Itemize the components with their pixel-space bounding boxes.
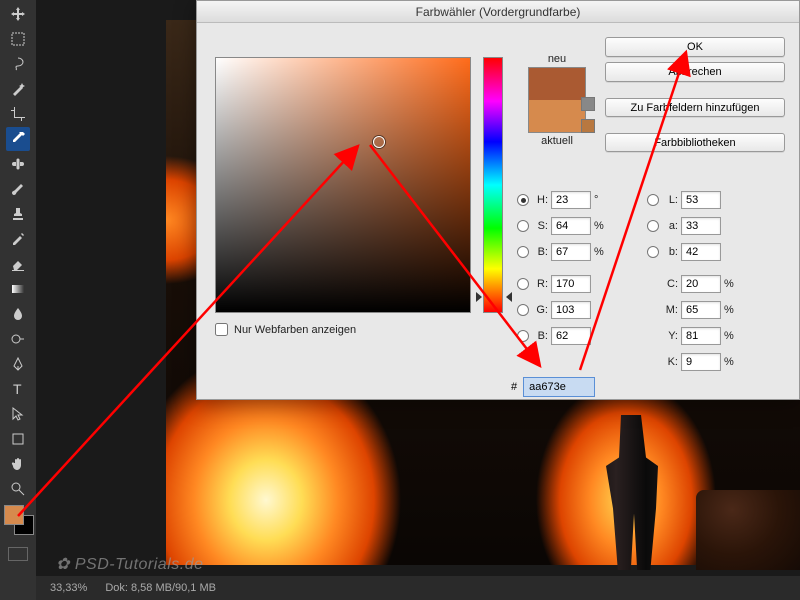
quickmask-toggle[interactable] <box>8 547 28 561</box>
b-rgb-field[interactable] <box>551 327 591 345</box>
color-swatches[interactable] <box>4 505 34 535</box>
add-to-swatches-button[interactable]: Zu Farbfeldern hinzufügen <box>605 98 785 117</box>
l-field[interactable] <box>681 191 721 209</box>
saturation-marker[interactable] <box>373 136 385 148</box>
figure-silhouette <box>586 415 686 570</box>
shape-tool[interactable] <box>6 427 30 451</box>
watermark-text: PSD-Tutorials.de <box>56 554 204 574</box>
current-color-label: aktuell <box>517 135 597 147</box>
marquee-tool[interactable] <box>6 27 30 51</box>
move-tool[interactable] <box>6 2 30 26</box>
new-color-label: neu <box>517 53 597 65</box>
saturation-field[interactable] <box>215 57 471 313</box>
foreground-color-swatch[interactable] <box>4 505 24 525</box>
hue-slider[interactable] <box>483 57 503 313</box>
heal-tool[interactable] <box>6 152 30 176</box>
brush-tool[interactable] <box>6 177 30 201</box>
c-field[interactable] <box>681 275 721 293</box>
radio-b-rgb[interactable] <box>517 330 529 342</box>
svg-text:T: T <box>13 381 22 397</box>
new-color-swatch <box>529 68 585 100</box>
only-web-colors-option[interactable]: Nur Webfarben anzeigen <box>215 323 356 336</box>
gamut-warning-icon[interactable] <box>581 97 595 111</box>
status-bar: 33,33% Dok: 8,58 MB/90,1 MB <box>36 576 800 600</box>
hand-tool[interactable] <box>6 452 30 476</box>
dodge-tool[interactable] <box>6 327 30 351</box>
crop-tool[interactable] <box>6 102 30 126</box>
lasso-tool[interactable] <box>6 52 30 76</box>
radio-b-lab[interactable] <box>647 246 659 258</box>
k-field[interactable] <box>681 353 721 371</box>
g-field[interactable] <box>551 301 591 319</box>
cancel-button[interactable]: Abbrechen <box>605 62 785 82</box>
dialog-title: Farbwähler (Vordergrundfarbe) <box>416 5 581 19</box>
radio-h[interactable] <box>517 194 529 206</box>
radio-a[interactable] <box>647 220 659 232</box>
color-value-fields: H:° L: S:% a: B:% b: R: C:% G: M:% B: <box>517 187 787 375</box>
barrel-shape <box>696 490 800 570</box>
hex-label: # <box>511 381 517 393</box>
a-field[interactable] <box>681 217 721 235</box>
radio-b-hsb[interactable] <box>517 246 529 258</box>
m-field[interactable] <box>681 301 721 319</box>
pen-tool[interactable] <box>6 352 30 376</box>
blur-tool[interactable] <box>6 302 30 326</box>
type-tool[interactable]: T <box>6 377 30 401</box>
path-select-tool[interactable] <box>6 402 30 426</box>
only-web-label: Nur Webfarben anzeigen <box>234 324 356 336</box>
color-picker-dialog: Farbwähler (Vordergrundfarbe) neu aktuel… <box>196 0 800 400</box>
stamp-tool[interactable] <box>6 202 30 226</box>
eyedropper-tool[interactable] <box>6 127 30 151</box>
wand-tool[interactable] <box>6 77 30 101</box>
radio-g[interactable] <box>517 304 529 316</box>
current-color-swatch[interactable] <box>529 100 585 132</box>
hex-field[interactable] <box>523 377 595 397</box>
color-compare-swatch <box>528 67 586 133</box>
r-field[interactable] <box>551 275 591 293</box>
b-hsb-field[interactable] <box>551 243 591 261</box>
zoom-level[interactable]: 33,33% <box>50 582 87 594</box>
websafe-warning-icon[interactable] <box>581 119 595 133</box>
gradient-tool[interactable] <box>6 277 30 301</box>
radio-l[interactable] <box>647 194 659 206</box>
only-web-checkbox[interactable] <box>215 323 228 336</box>
dialog-titlebar[interactable]: Farbwähler (Vordergrundfarbe) <box>197 1 799 23</box>
radio-s[interactable] <box>517 220 529 232</box>
history-brush-tool[interactable] <box>6 227 30 251</box>
b-lab-field[interactable] <box>681 243 721 261</box>
y-field[interactable] <box>681 327 721 345</box>
eraser-tool[interactable] <box>6 252 30 276</box>
zoom-tool[interactable] <box>6 477 30 501</box>
s-field[interactable] <box>551 217 591 235</box>
color-libraries-button[interactable]: Farbbibliotheken <box>605 133 785 152</box>
h-field[interactable] <box>551 191 591 209</box>
ok-button[interactable]: OK <box>605 37 785 57</box>
doc-size: Dok: 8,58 MB/90,1 MB <box>105 582 216 594</box>
radio-r[interactable] <box>517 278 529 290</box>
